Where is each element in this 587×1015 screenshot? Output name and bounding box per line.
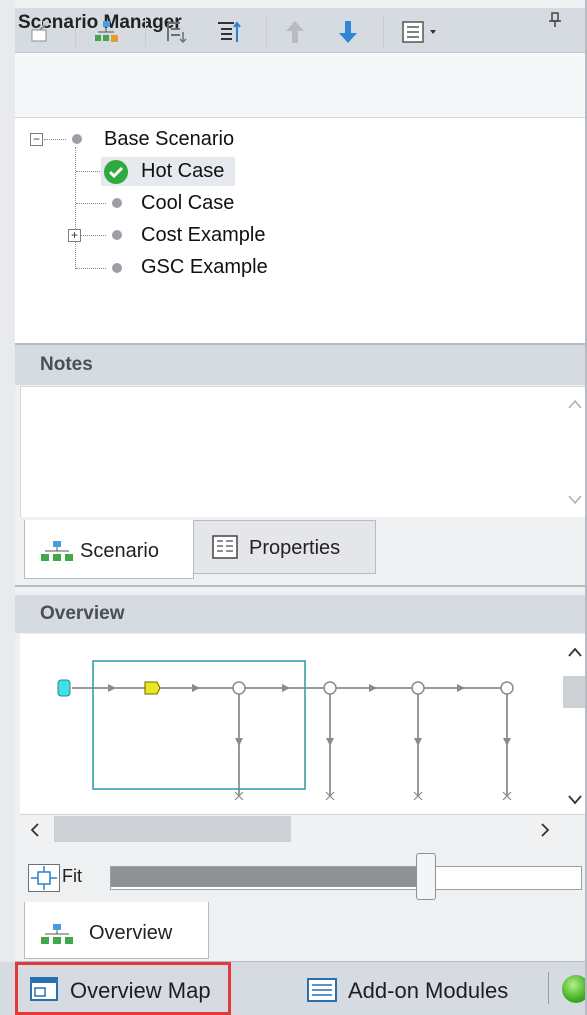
tree-connector (76, 203, 106, 204)
create-child-icon[interactable] (92, 18, 120, 46)
scroll-up-icon[interactable] (568, 396, 582, 412)
tree-connector (75, 147, 76, 269)
overview-canvas[interactable] (20, 634, 587, 814)
view-options-icon[interactable] (400, 18, 450, 46)
overview-title: Overview (40, 603, 125, 624)
scenario-toolbar (15, 53, 587, 118)
addon-modules-icon (306, 976, 338, 1009)
expand-toggle[interactable]: + (68, 229, 81, 242)
tree-item-hot-case[interactable]: Hot Case (141, 160, 224, 183)
properties-grid-icon (212, 535, 238, 564)
scroll-right-icon[interactable] (540, 823, 550, 842)
collapse-toggle[interactable]: − (30, 133, 43, 146)
tree-item-gsc-example[interactable]: GSC Example (141, 256, 268, 279)
overview-map-icon (29, 976, 61, 1009)
fit-label[interactable]: Fit (62, 866, 82, 887)
toolbar-separator (383, 17, 384, 47)
tab-scenario-label: Scenario (80, 540, 159, 562)
move-up-icon[interactable] (281, 18, 309, 46)
sort-children-icon[interactable] (163, 18, 191, 46)
tree-item-cool-case[interactable]: Cool Case (141, 192, 234, 215)
pin-icon[interactable] (548, 12, 562, 33)
tab-properties-label: Properties (249, 537, 341, 559)
toolbar-separator (145, 17, 146, 47)
scenario-dot-icon (112, 230, 122, 240)
toolbar-separator (266, 17, 267, 47)
scroll-left-icon[interactable] (30, 823, 40, 842)
tab-overview-label: Overview (89, 922, 173, 944)
scroll-down-icon[interactable] (568, 792, 582, 810)
current-scenario-check-icon (103, 159, 129, 185)
tree-connector (80, 235, 106, 236)
toolbar-separator (75, 17, 76, 47)
tree-connector (76, 268, 106, 269)
overview-map-label: Overview Map (70, 978, 211, 1003)
scroll-down-icon[interactable] (568, 492, 582, 508)
overview-hscroll-thumb[interactable] (54, 816, 291, 842)
scroll-up-icon[interactable] (568, 644, 582, 662)
addon-modules-button[interactable]: Add-on Modules (348, 978, 508, 1004)
scenario-dot-icon (72, 134, 82, 144)
scenario-tree (15, 118, 587, 345)
move-down-icon[interactable] (334, 18, 362, 46)
scenario-dot-icon (112, 198, 122, 208)
status-indicator-icon[interactable] (562, 975, 587, 1003)
scenario-tree-icon (40, 540, 74, 567)
left-frame (0, 0, 15, 1015)
zoom-slider-fill (111, 867, 425, 887)
notes-textarea[interactable] (20, 386, 587, 518)
network-map (57, 660, 514, 801)
fit-icon[interactable] (28, 864, 60, 892)
zoom-slider-thumb[interactable] (416, 853, 436, 900)
overview-vscroll-thumb[interactable] (563, 676, 587, 708)
scenario-dot-icon (112, 263, 122, 273)
notes-title: Notes (40, 354, 93, 375)
overview-tree-icon (40, 923, 74, 950)
new-scenario-icon[interactable] (26, 18, 54, 46)
notes-header (15, 345, 587, 385)
tree-connector (76, 171, 100, 172)
tree-connector (44, 139, 66, 140)
tree-item-base-scenario[interactable]: Base Scenario (104, 128, 234, 151)
tree-item-cost-example[interactable]: Cost Example (141, 224, 266, 247)
sort-descending-icon[interactable] (215, 18, 243, 46)
bottom-bar-separator (548, 972, 549, 1004)
